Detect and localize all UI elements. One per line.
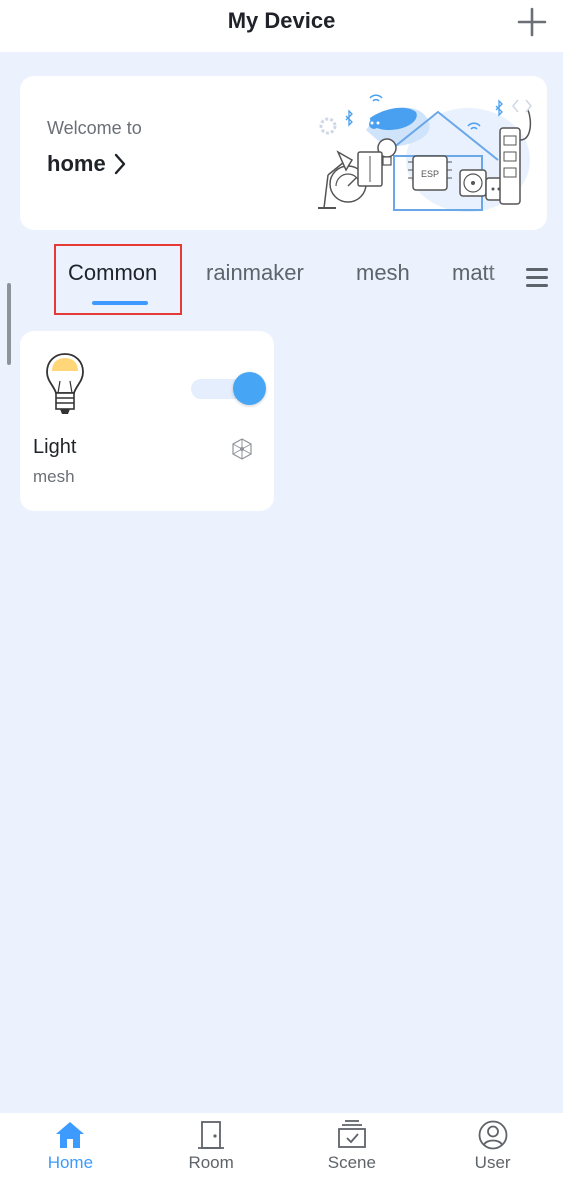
add-device-button[interactable] (517, 7, 547, 37)
nav-home-label: Home (47, 1153, 94, 1172)
door-icon (198, 1121, 225, 1149)
power-toggle[interactable] (191, 372, 266, 405)
page-title: My Device (227, 8, 336, 33)
tab-overflow-fade (488, 254, 518, 298)
bottom-navigation: Home Room Scene User (0, 1113, 563, 1186)
home-name: home (47, 151, 106, 176)
scene-icon (337, 1120, 366, 1148)
nav-room-label: Room (188, 1153, 234, 1172)
category-tabs: Common rainmaker mesh matt (0, 244, 563, 316)
tab-rainmaker[interactable]: rainmaker (206, 260, 304, 286)
toggle-knob (233, 372, 266, 405)
light-bulb-icon (46, 353, 84, 414)
device-type: mesh (33, 467, 75, 486)
chevron-right-icon (114, 153, 125, 175)
hamburger-menu-icon[interactable] (524, 264, 550, 290)
home-selector[interactable]: home (47, 151, 126, 177)
welcome-banner: Welcome to home ESP (20, 76, 547, 230)
scrollbar[interactable] (7, 283, 11, 365)
user-icon (478, 1120, 508, 1150)
nav-user[interactable]: User (422, 1113, 563, 1186)
tab-mesh[interactable]: mesh (356, 260, 410, 286)
nav-home[interactable]: Home (0, 1113, 141, 1186)
nav-room[interactable]: Room (141, 1113, 282, 1186)
nav-scene[interactable]: Scene (282, 1113, 423, 1186)
welcome-label: Welcome to (47, 118, 142, 138)
highlight-box (54, 244, 182, 315)
nav-scene-label: Scene (327, 1153, 376, 1172)
top-bar: My Device (0, 0, 563, 52)
mesh-network-icon (232, 438, 252, 460)
home-icon (56, 1122, 85, 1148)
device-card-light[interactable]: Light mesh (20, 331, 274, 511)
plus-icon (517, 7, 547, 37)
nav-user-label: User (474, 1153, 511, 1172)
smart-home-illustration: ESP (318, 94, 532, 212)
device-name: Light (33, 436, 77, 458)
svg-text:ESP: ESP (421, 169, 439, 179)
